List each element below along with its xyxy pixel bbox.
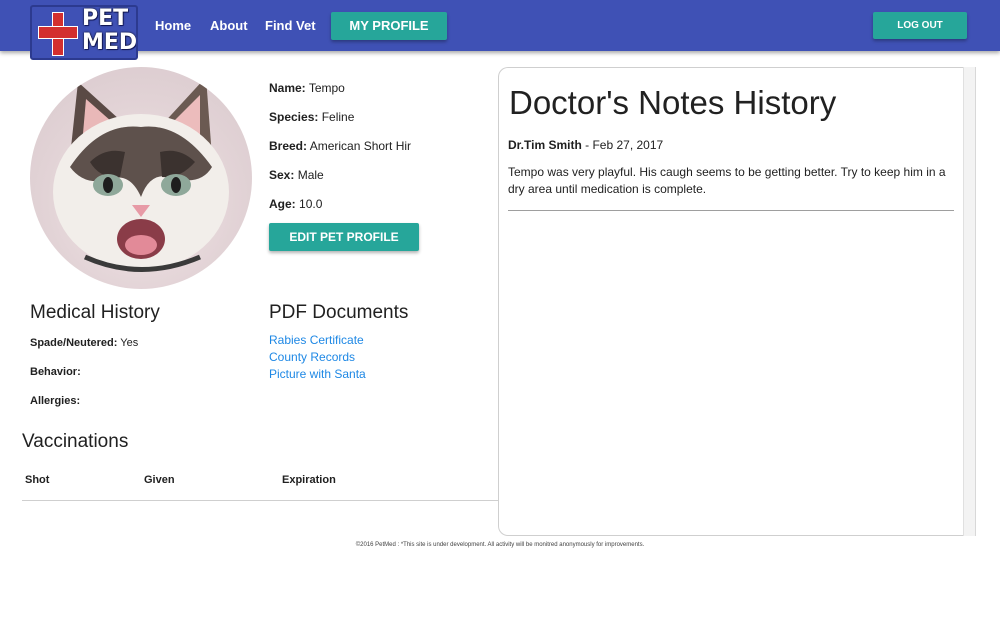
pet-breed: Breed: American Short Hir [269, 139, 412, 153]
county-records-link[interactable]: County Records [269, 350, 355, 364]
pdf-documents-title: PDF Documents [269, 302, 409, 323]
vaccinations-divider [22, 500, 499, 501]
pet-name: Name: Tempo [269, 81, 345, 95]
behavior-field: Behavior: [30, 366, 81, 378]
nav-home-link[interactable]: Home [155, 18, 191, 33]
edit-pet-profile-button[interactable]: EDIT PET PROFILE [269, 223, 419, 251]
rabies-certificate-link[interactable]: Rabies Certificate [269, 333, 364, 347]
notes-scrollbar[interactable] [963, 67, 976, 536]
footer-text: ©2016 PetMed : *This site is under devel… [355, 542, 645, 548]
medical-history-title: Medical History [30, 302, 160, 323]
logout-button[interactable]: LOG OUT [873, 12, 967, 39]
spayed-neutered-field: Spade/Neutered: Yes [30, 337, 139, 349]
note-header: Dr.Tim Smith - Feb 27, 2017 [508, 138, 664, 152]
medical-cross-icon [36, 10, 80, 58]
allergies-field: Allergies: [30, 395, 81, 407]
column-header-expiration: Expiration [282, 474, 336, 486]
note-divider [508, 210, 954, 211]
vaccinations-title: Vaccinations [22, 431, 129, 452]
pet-age: Age: 10.0 [269, 197, 323, 211]
pet-photo [30, 67, 252, 289]
doctors-notes-title: Doctor's Notes History [509, 84, 837, 121]
cat-illustration [53, 77, 229, 272]
petmed-logo[interactable]: PET MED [30, 5, 138, 60]
nav-about-link[interactable]: About [210, 18, 248, 33]
pet-sex: Sex: Male [269, 168, 324, 182]
navbar: PET MED Home About Find Vet MY PROFILE L… [0, 0, 1000, 60]
column-header-shot: Shot [25, 474, 50, 486]
column-header-given: Given [144, 474, 175, 486]
note-text: Tempo was very playful. His caugh seems … [508, 165, 946, 196]
picture-with-santa-link[interactable]: Picture with Santa [269, 367, 366, 381]
pet-species: Species: Feline [269, 110, 355, 124]
logo-text: PET MED [82, 6, 138, 55]
my-profile-button[interactable]: MY PROFILE [331, 12, 447, 40]
nav-find-vet-link[interactable]: Find Vet [265, 18, 316, 33]
